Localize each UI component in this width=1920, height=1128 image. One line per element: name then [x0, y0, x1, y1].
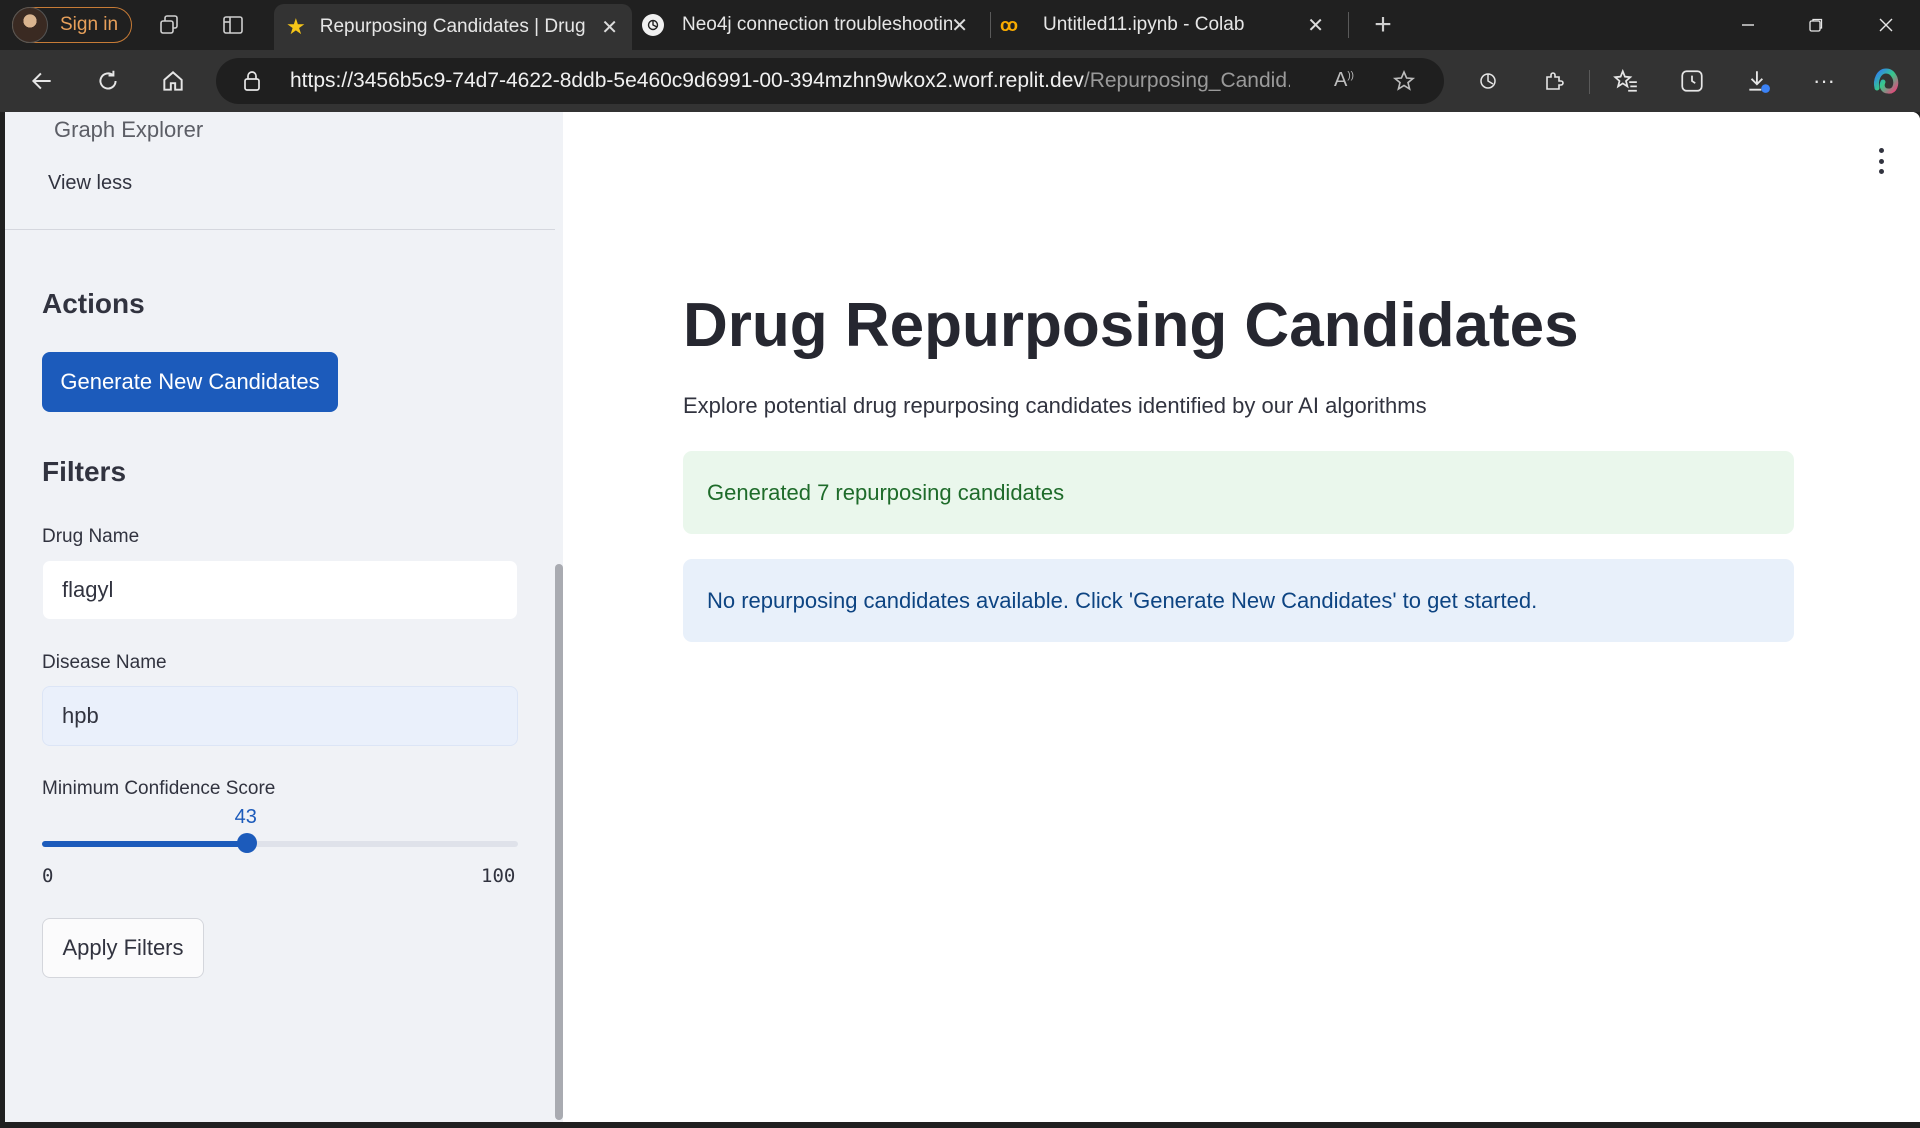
confidence-slider-track[interactable] [42, 841, 518, 847]
toolbar-separator [1589, 70, 1590, 94]
url-path: /Repurposing_Candid... [1083, 69, 1290, 92]
close-window-icon[interactable] [1866, 8, 1906, 42]
browser-toolbar: https://3456b5c9-74d7-4622-8ddb-5e460c9d… [0, 50, 1920, 112]
home-icon[interactable] [157, 65, 189, 97]
close-tab-icon[interactable]: ✕ [1307, 13, 1324, 38]
filters-heading: Filters [42, 456, 127, 487]
page-subtitle: Explore potential drug repurposing candi… [683, 393, 1427, 418]
drug-name-input[interactable]: flagyl [42, 560, 518, 620]
sidebar-divider [5, 229, 555, 230]
openai-favicon-icon [642, 14, 664, 36]
generate-candidates-button[interactable]: Generate New Candidates [42, 352, 338, 412]
success-alert: Generated 7 repurposing candidates [683, 451, 1794, 534]
sidebar-item-graph-explorer[interactable]: Graph Explorer [54, 117, 203, 143]
sign-in-button[interactable]: Sign in [12, 7, 132, 43]
sign-in-label: Sign in [60, 14, 119, 35]
restore-icon[interactable] [1796, 8, 1836, 42]
browser-tab-strip: Sign in ★ Repurposing Candidates | Drug … [0, 0, 1920, 50]
disease-name-input[interactable]: hpb [42, 686, 518, 746]
tab-repurposing-candidates[interactable]: ★ Repurposing Candidates | Drug Re ✕ [274, 4, 632, 50]
tab-title: Untitled11.ipynb - Colab [1043, 14, 1245, 35]
extensions-icon[interactable] [1538, 65, 1570, 97]
star-favicon-icon: ★ [286, 14, 306, 39]
tab-colab[interactable]: co Untitled11.ipynb - Colab ✕ [996, 0, 1336, 50]
success-message: Generated 7 repurposing candidates [707, 479, 1065, 505]
minimize-icon[interactable] [1728, 8, 1768, 42]
downloads-icon[interactable] [1742, 65, 1774, 97]
close-tab-icon[interactable]: ✕ [601, 15, 618, 40]
main-content: Drug Repurposing Candidates Explore pote… [563, 112, 1920, 1122]
favorite-star-icon[interactable] [1392, 69, 1416, 98]
confidence-slider-fill [42, 841, 247, 847]
tab-neo4j[interactable]: Neo4j connection troubleshooting ✕ [640, 0, 980, 50]
back-icon[interactable] [26, 65, 58, 97]
info-message: No repurposing candidates available. Cli… [707, 587, 1538, 613]
slider-current-value: 43 [234, 806, 257, 828]
profile-avatar [12, 7, 48, 43]
view-less-link[interactable]: View less [48, 172, 132, 195]
url-host: https://3456b5c9-74d7-4622-8ddb-5e460c9d… [290, 69, 1084, 92]
sidebar-scrollbar[interactable] [555, 564, 563, 1120]
vertical-tabs-icon[interactable] [218, 10, 248, 40]
tab-separator [1348, 12, 1349, 38]
info-alert: No repurposing candidates available. Cli… [683, 559, 1794, 642]
address-bar[interactable]: https://3456b5c9-74d7-4622-8ddb-5e460c9d… [216, 58, 1444, 104]
reload-icon[interactable] [92, 65, 124, 97]
chatgpt-extension-icon[interactable] [1472, 65, 1504, 97]
favorites-icon[interactable] [1610, 65, 1642, 97]
page-viewport: Graph Explorer View less Actions Generat… [5, 112, 1920, 1122]
confidence-slider-label: Minimum Confidence Score [42, 778, 276, 799]
colab-favicon-icon: co [1000, 14, 1018, 35]
more-options-icon[interactable]: ··· [1808, 65, 1840, 97]
copilot-icon[interactable] [1870, 65, 1902, 97]
workspaces-icon[interactable] [154, 10, 184, 40]
lock-icon[interactable] [242, 70, 262, 97]
close-tab-icon[interactable]: ✕ [951, 13, 968, 38]
sidebar: Graph Explorer View less Actions Generat… [5, 112, 563, 1122]
read-aloud-icon[interactable]: A)) [1334, 69, 1354, 92]
confidence-slider-thumb[interactable] [236, 833, 257, 853]
actions-heading: Actions [42, 288, 145, 319]
new-tab-icon[interactable]: + [1368, 8, 1398, 41]
tab-title: Repurposing Candidates | Drug Re [319, 16, 588, 37]
tab-separator [990, 12, 991, 38]
history-icon[interactable] [1676, 65, 1708, 97]
slider-max-label: 100 [481, 865, 516, 887]
main-menu-icon[interactable] [1874, 148, 1888, 174]
drug-name-label: Drug Name [42, 526, 140, 547]
url-text: https://3456b5c9-74d7-4622-8ddb-5e460c9d… [290, 69, 1290, 93]
apply-filters-button[interactable]: Apply Filters [42, 918, 204, 978]
slider-min-label: 0 [42, 865, 54, 887]
disease-name-label: Disease Name [42, 652, 167, 673]
tab-title: Neo4j connection troubleshooting [682, 14, 952, 35]
page-title: Drug Repurposing Candidates [683, 291, 1579, 360]
